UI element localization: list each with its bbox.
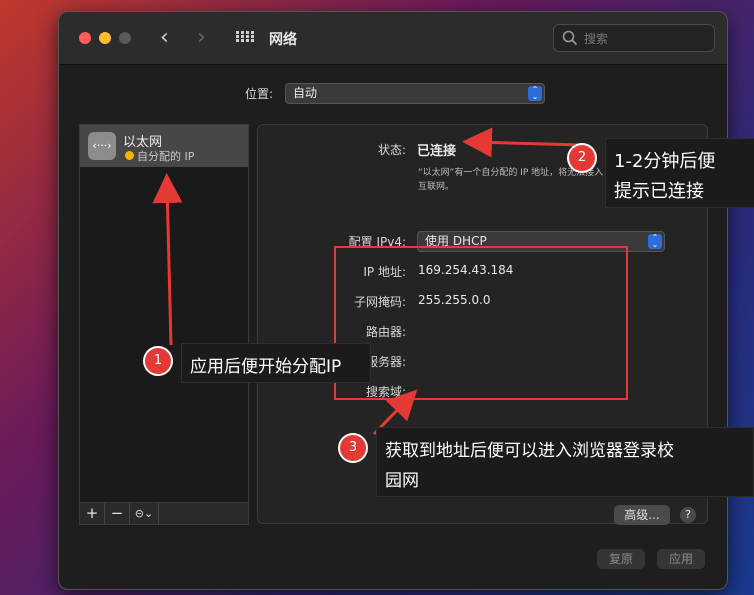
callout-2: 1-2分钟后便 提示已连接 — [605, 138, 754, 208]
callout-2-line1: 1-2分钟后便 — [614, 151, 716, 172]
callout-1: 应用后便开始分配IP — [181, 343, 371, 383]
callout-3: 获取到地址后便可以进入浏览器登录校 园网 — [376, 427, 754, 497]
callout-1-badge: 1 — [145, 348, 171, 374]
callout-2-badge: 2 — [569, 145, 595, 171]
arrow-1 — [152, 173, 183, 346]
arrow-2 — [462, 127, 583, 158]
callout-3-line1: 获取到地址后便可以进入浏览器登录校 — [385, 441, 674, 461]
callout-3-line2: 园网 — [385, 471, 419, 491]
callout-3-badge: 3 — [340, 435, 366, 461]
callout-1-text: 应用后便开始分配IP — [190, 357, 342, 377]
callout-2-line2: 提示已连接 — [614, 181, 704, 202]
annotation-arrows — [152, 127, 583, 436]
